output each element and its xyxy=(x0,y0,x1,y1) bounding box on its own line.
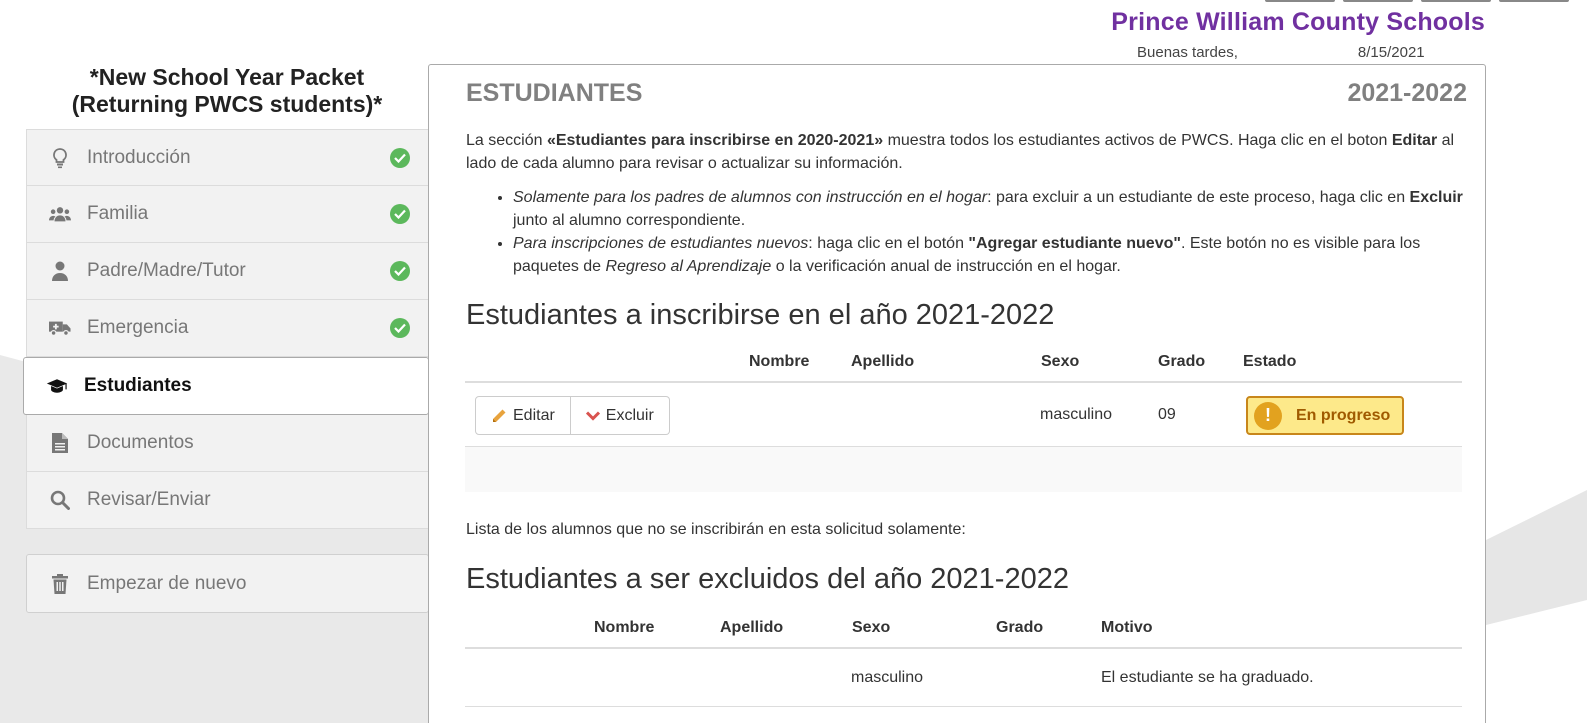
instruction-italic: Regreso al Aprendizaje xyxy=(605,258,772,275)
sidebar-item-label: Revisar/Enviar xyxy=(87,489,211,510)
intro-bold-section: «Estudiantes para inscribirse en 2020-20… xyxy=(546,132,884,149)
instruction-text: junto al alumno correspondiente. xyxy=(513,212,746,229)
org-title: Prince William County Schools xyxy=(1111,8,1485,36)
graduation-cap-icon xyxy=(46,375,68,397)
edit-button[interactable]: Editar xyxy=(475,396,571,435)
table-row: masculino El estudiante se ha graduado. xyxy=(465,649,1462,707)
exclude-label: Excluir xyxy=(605,406,654,424)
table-footer-row xyxy=(465,447,1462,492)
section-title: ESTUDIANTES xyxy=(466,79,643,107)
column-header-estado: Estado xyxy=(1243,353,1297,370)
top-tab[interactable] xyxy=(1265,0,1335,2)
check-circle-icon xyxy=(390,261,410,281)
users-icon xyxy=(49,203,71,225)
row-actions: Editar Excluir xyxy=(475,396,670,435)
sidebar-item-label: Introducción xyxy=(87,146,191,168)
check-circle-icon xyxy=(390,147,410,168)
top-tab[interactable] xyxy=(1343,0,1413,2)
sidebar-item-label: Padre/Madre/Tutor xyxy=(87,260,246,281)
section-header: ESTUDIANTES 2021-2022 xyxy=(466,79,1467,108)
status-badge: ! En progreso xyxy=(1246,396,1404,435)
sidebar-item-label: Familia xyxy=(87,203,149,224)
sidebar-item-estudiantes[interactable]: Estudiantes xyxy=(23,357,429,415)
intro-bold-edit: Editar xyxy=(1391,132,1438,149)
greeting-line: Buenas tardes, 8/15/2021 xyxy=(1137,44,1425,61)
top-tab[interactable] xyxy=(1499,0,1569,2)
instruction-text: o la verificación anual de instrucción e… xyxy=(771,258,1121,275)
cell-sexo: masculino xyxy=(851,668,924,686)
status-label: En progreso xyxy=(1296,406,1391,424)
intro-text: muestra todos los estudiantes activos de… xyxy=(883,132,1392,149)
check-circle-icon xyxy=(390,204,410,224)
column-header-apellido: Apellido xyxy=(851,353,915,370)
edit-label: Editar xyxy=(513,406,555,424)
cell-motivo: El estudiante se ha graduado. xyxy=(1101,668,1314,686)
students-panel: ESTUDIANTES 2021-2022 La sección «Estudi… xyxy=(428,64,1486,723)
instruction-bold: "Agregar estudiante nuevo" xyxy=(968,235,1181,252)
sidebar-item-label: Emergencia xyxy=(87,317,189,338)
greeting-text: Buenas tardes, xyxy=(1137,44,1238,61)
document-icon xyxy=(49,432,71,454)
column-header-apellido: Apellido xyxy=(720,619,784,636)
cell-grado: 09 xyxy=(1158,405,1176,423)
column-header-motivo: Motivo xyxy=(1101,619,1153,636)
ambulance-icon xyxy=(49,317,71,339)
cell-sexo: masculino xyxy=(1040,405,1113,423)
instruction-bold: Excluir xyxy=(1409,189,1463,206)
exclude-table: Nombre Apellido Sexo Grado Motivo mascul… xyxy=(465,609,1462,707)
sidebar-item-padre-madre-tutor[interactable]: Padre/Madre/Tutor xyxy=(26,243,429,300)
column-header-sexo: Sexo xyxy=(852,619,891,636)
instruction-italic: Solamente para los padres de alumnos con… xyxy=(513,189,988,206)
restart-button[interactable]: Empezar de nuevo xyxy=(26,554,429,613)
instruction-italic: Para inscripciones de estudiantes nuevos xyxy=(513,235,809,252)
pencil-icon xyxy=(491,408,507,424)
restart-label: Empezar de nuevo xyxy=(87,572,247,594)
check-circle-icon xyxy=(390,318,410,338)
sidebar-item-emergencia[interactable]: Emergencia xyxy=(26,300,429,357)
sidebar-item-revisar-enviar[interactable]: Revisar/Enviar xyxy=(26,472,429,529)
instruction-item: Solamente para los padres de alumnos con… xyxy=(513,186,1473,232)
column-header-grado: Grado xyxy=(1158,353,1206,370)
trash-icon xyxy=(49,573,71,595)
intro-paragraph: La sección «Estudiantes para inscribirse… xyxy=(466,129,1466,175)
site-header: Prince William County Schools xyxy=(1111,8,1485,37)
column-header-grado: Grado xyxy=(996,619,1044,636)
table-header: Nombre Apellido Sexo Grado Motivo xyxy=(465,609,1462,649)
instructions-list: Solamente para los padres de alumnos con… xyxy=(483,186,1473,278)
column-header-nombre: Nombre xyxy=(749,353,810,370)
lightbulb-icon xyxy=(49,147,71,169)
table-row: Editar Excluir masculino 09 ! En progres… xyxy=(465,383,1462,447)
packet-title-line2: (Returning PWCS students)* xyxy=(71,91,383,117)
intro-text: La sección xyxy=(466,132,547,149)
user-icon xyxy=(49,260,71,282)
chevron-down-icon xyxy=(585,410,600,422)
instruction-text: : para excluir a un estudiante de este p… xyxy=(987,189,1410,206)
sidebar-item-introduccion[interactable]: Introducción xyxy=(26,129,429,186)
sidebar-item-label: Documentos xyxy=(87,432,194,453)
packet-title-line1: *New School Year Packet xyxy=(89,64,365,90)
exclamation-icon: ! xyxy=(1254,401,1282,430)
sidebar-nav: Introducción Familia Padre/Madre/Tutor E… xyxy=(23,129,429,529)
sidebar-item-familia[interactable]: Familia xyxy=(26,186,429,243)
table-header: Nombre Apellido Sexo Grado Estado xyxy=(465,343,1462,383)
column-header-nombre: Nombre xyxy=(594,619,655,636)
packet-title: *New School Year Packet (Returning PWCS … xyxy=(26,64,428,118)
column-header-sexo: Sexo xyxy=(1041,353,1080,370)
enroll-table: Nombre Apellido Sexo Grado Estado Editar… xyxy=(465,343,1462,492)
excluded-note: Lista de los alumnos que no se inscribir… xyxy=(466,521,966,538)
top-nav-tabs xyxy=(1265,0,1569,2)
sidebar-item-documentos[interactable]: Documentos xyxy=(26,415,429,472)
search-icon xyxy=(49,489,71,511)
current-date: 8/15/2021 xyxy=(1357,44,1425,61)
sidebar-item-label: Estudiantes xyxy=(84,375,192,396)
instruction-item: Para inscripciones de estudiantes nuevos… xyxy=(513,232,1473,278)
enroll-heading: Estudiantes a inscribirse en el año 2021… xyxy=(466,299,1055,331)
exclude-button[interactable]: Excluir xyxy=(570,396,670,435)
top-tab[interactable] xyxy=(1421,0,1491,2)
exclude-heading: Estudiantes a ser excluidos del año 2021… xyxy=(466,563,1069,595)
instruction-text: : haga clic en el botón xyxy=(808,235,969,252)
school-year: 2021-2022 xyxy=(1347,79,1467,107)
